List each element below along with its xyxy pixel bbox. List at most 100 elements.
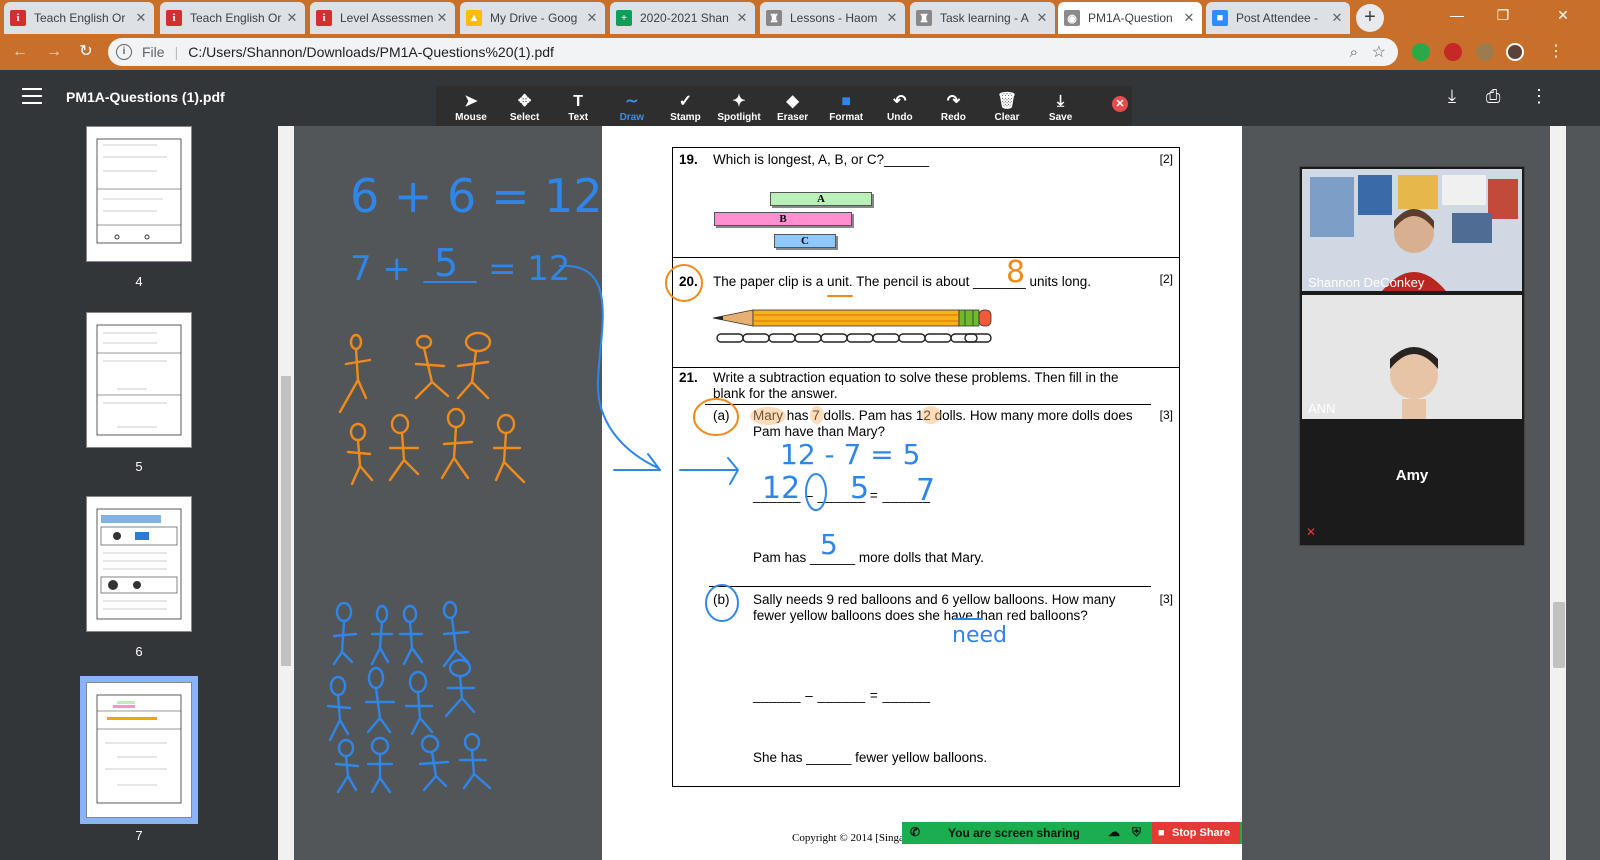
bar-c: C xyxy=(774,234,836,248)
redo-icon: ↷ xyxy=(946,93,961,110)
browser-tab[interactable]: ■ Post Attendee - ✕ xyxy=(1206,2,1350,34)
tab-close-icon[interactable]: ✕ xyxy=(134,10,148,26)
url-text[interactable]: C:/Users/Shannon/Downloads/PM1A-Question… xyxy=(188,44,554,60)
sidebar-scrollbar-thumb[interactable] xyxy=(281,376,291,666)
tool-undo[interactable]: ↶ Undo xyxy=(875,92,925,123)
window-close-button[interactable]: ✕ xyxy=(1526,0,1600,30)
profile-avatar[interactable] xyxy=(1506,43,1524,61)
question-text: Which is longest, A, B, or C?______ xyxy=(713,152,930,167)
menu-dots-icon[interactable]: ⋮ xyxy=(1544,40,1568,64)
tab-close-icon[interactable]: ✕ xyxy=(885,10,899,26)
browser-tab[interactable]: i Teach English Or ✕ xyxy=(4,2,154,34)
page-thumbnail[interactable] xyxy=(86,496,192,632)
subquestion-b-text: Sally needs 9 red balloons and 6 yellow … xyxy=(753,592,1116,623)
tab-close-icon[interactable]: ✕ xyxy=(1035,10,1049,26)
tool-redo[interactable]: ↷ Redo xyxy=(928,92,978,123)
divider xyxy=(705,404,1151,405)
main-scrollbar[interactable] xyxy=(1550,126,1566,860)
browser-tab[interactable]: i Teach English Or ✕ xyxy=(160,2,305,34)
muted-mic-icon: ✕ xyxy=(1306,525,1317,539)
info-icon[interactable]: i xyxy=(116,44,132,60)
tool-spotlight[interactable]: ✦ Spotlight xyxy=(714,92,764,123)
tab-title: Lessons - Haom xyxy=(790,11,878,25)
main-scrollbar-thumb[interactable] xyxy=(1553,602,1565,668)
page-thumbnail-current[interactable] xyxy=(86,682,192,818)
back-icon[interactable]: ← xyxy=(8,40,32,64)
tab-close-icon[interactable]: ✕ xyxy=(585,10,599,26)
tab-title: Post Attendee - xyxy=(1236,11,1319,25)
new-tab-button[interactable]: + xyxy=(1356,4,1384,32)
tool-label: Spotlight xyxy=(717,112,761,123)
tab-close-icon[interactable]: ✕ xyxy=(1182,10,1196,26)
points-label: [2] xyxy=(1159,272,1173,286)
thumbnail-content xyxy=(96,508,182,620)
browser-tab[interactable]: i Level Assessmen ✕ xyxy=(310,2,455,34)
question-text: The paper clip is a unit. The pencil is … xyxy=(713,274,1092,289)
divider xyxy=(709,586,1151,587)
omnibox[interactable]: i File | C:/Users/Shannon/Downloads/PM1A… xyxy=(108,38,1398,66)
tool-clear[interactable]: 🗑 Clear xyxy=(982,92,1032,123)
annotation-toolbar: ➤ Mouse ✥ Select T Text ∼ Draw ✓ Stamp ✦ Spotlight ◆… xyxy=(436,86,1132,130)
tab-title: PM1A-Question xyxy=(1088,11,1173,25)
thumbnail-page-number: 5 xyxy=(135,459,143,474)
tab-title: Level Assessmen xyxy=(340,11,434,25)
tool-text[interactable]: T Text xyxy=(553,92,603,123)
stop-share-button[interactable]: ■ Stop Share xyxy=(1152,822,1240,844)
question-21: 21. Write a subtraction equation to solv… xyxy=(673,368,1179,786)
answer-line: She has ______ fewer yellow balloons. xyxy=(753,750,988,765)
tab-favicon-icon: i xyxy=(316,10,332,26)
mouse-icon: ➤ xyxy=(464,93,478,110)
browser-tab[interactable]: ▲ My Drive - Goog ✕ xyxy=(460,2,605,34)
extension-green-icon[interactable] xyxy=(1412,43,1430,61)
spotlight-icon: ✦ xyxy=(732,93,746,110)
tool-draw[interactable]: ∼ Draw xyxy=(607,92,657,123)
tool-save[interactable]: ⤓ Save xyxy=(1036,92,1086,123)
tool-mouse[interactable]: ➤ Mouse xyxy=(446,92,496,123)
bar-a: A xyxy=(770,192,872,206)
tab-title: Teach English Or xyxy=(190,11,282,25)
zoom-icon[interactable]: ⌕ xyxy=(1350,44,1358,61)
more-actions-icon[interactable]: ⋮ xyxy=(1530,86,1548,107)
draw-icon: ∼ xyxy=(625,93,639,110)
tab-close-icon[interactable]: ✕ xyxy=(1330,10,1344,26)
tab-close-icon[interactable]: ✕ xyxy=(735,10,749,26)
bar-b: B xyxy=(714,212,852,226)
browser-tab[interactable]: ♜ Task learning - A ✕ xyxy=(910,2,1055,34)
tool-select[interactable]: ✥ Select xyxy=(500,92,550,123)
tool-label: Stamp xyxy=(670,112,701,123)
extension-ublock-icon[interactable] xyxy=(1444,43,1462,61)
copyright-text: Copyright © 2014 [Singa xyxy=(792,832,904,844)
tab-title: 2020-2021 Shan xyxy=(640,11,729,25)
subquestion-a-text: Mary has 7 dolls. Pam has 12 dolls. How … xyxy=(753,408,1133,439)
shield-icon: ⛨ xyxy=(1132,825,1142,839)
student-video[interactable]: ANN xyxy=(1302,295,1522,419)
page-thumbnail[interactable] xyxy=(86,126,192,262)
question-19: 19. Which is longest, A, B, or C?______ … xyxy=(673,148,1179,258)
download-icon[interactable]: ⤓ xyxy=(1448,86,1456,107)
extension-puzzle-icon[interactable] xyxy=(1476,43,1494,61)
print-icon[interactable]: ⎙ xyxy=(1486,86,1500,107)
browser-tab[interactable]: ♜ Lessons - Haom ✕ xyxy=(760,2,905,34)
tab-close-icon[interactable]: ✕ xyxy=(285,10,299,26)
tool-eraser[interactable]: ◆ Eraser xyxy=(768,92,818,123)
browser-tab[interactable]: ◉ PM1A-Question ✕ xyxy=(1058,2,1202,34)
tool-format[interactable]: ■ Format xyxy=(821,92,871,123)
tool-label: Redo xyxy=(940,112,966,123)
page-thumbnail[interactable] xyxy=(86,312,192,448)
tool-stamp[interactable]: ✓ Stamp xyxy=(660,92,710,123)
thumbnail-content xyxy=(96,324,182,436)
minimize-button[interactable]: — xyxy=(1434,0,1480,30)
browser-tab[interactable]: +2020-2021 Shan ✕ xyxy=(610,2,755,34)
bookmark-star-icon[interactable]: ☆ xyxy=(1372,42,1386,62)
thumbnail-content xyxy=(96,694,182,804)
restore-button[interactable]: ❐ xyxy=(1480,0,1526,30)
close-annotation-toolbar-button[interactable]: ✕ xyxy=(1112,96,1128,112)
teacher-video[interactable]: Shannon DeConkey xyxy=(1302,169,1522,291)
tab-favicon-icon: ♜ xyxy=(916,10,932,26)
subquestion-label: (a) xyxy=(713,408,730,423)
reload-icon[interactable]: ↻ xyxy=(74,40,98,64)
save-icon: ⤓ xyxy=(1057,93,1065,110)
tab-close-icon[interactable]: ✕ xyxy=(435,10,449,26)
hamburger-menu-icon[interactable] xyxy=(22,88,42,109)
forward-icon[interactable]: → xyxy=(42,40,66,64)
